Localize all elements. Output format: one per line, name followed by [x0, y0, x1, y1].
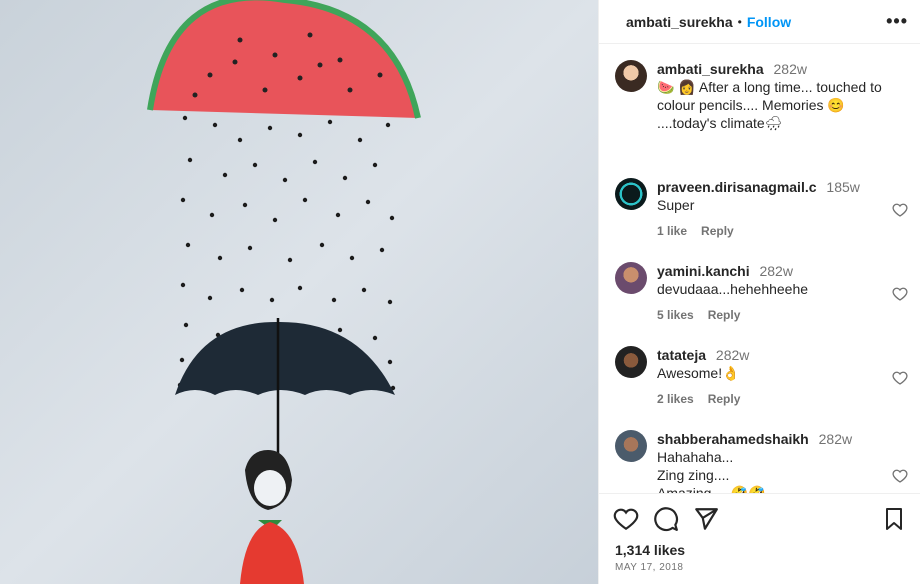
post-viewer: ambati_surekha • Follow ••• ambati_surek… [0, 0, 920, 584]
caption-username[interactable]: ambati_surekha [657, 61, 764, 77]
author-username[interactable]: ambati_surekha [626, 14, 733, 30]
heart-icon[interactable] [892, 286, 908, 302]
caption-time: 282w [773, 61, 807, 77]
comment-username[interactable]: tatateja [657, 347, 706, 363]
bookmark-icon[interactable] [882, 506, 906, 532]
reply-button[interactable]: Reply [708, 308, 741, 322]
comment-icon[interactable] [653, 506, 679, 532]
reply-button[interactable]: Reply [708, 392, 741, 406]
comment-text: devudaaa...hehehheehe [657, 281, 809, 297]
comment-item: praveen.dirisanagmail.c 185w Super 1 lik… [615, 178, 908, 240]
comment-text-line: Hahahaha... [657, 449, 734, 465]
avatar[interactable] [615, 346, 647, 378]
comment-text: Awesome!👌 [657, 365, 740, 381]
comments-section[interactable]: ambati_surekha 282w 🍉 👩 After a long tim… [599, 44, 920, 494]
more-options-icon[interactable]: ••• [886, 11, 908, 32]
avatar[interactable] [615, 430, 647, 462]
comment-username[interactable]: yamini.kanchi [657, 263, 750, 279]
post-side-panel: ambati_surekha • Follow ••• ambati_surek… [598, 0, 920, 584]
comment-time: 282w [715, 347, 750, 363]
comment-time: 185w [826, 179, 860, 195]
post-image[interactable] [0, 0, 598, 584]
comment-likes[interactable]: 1 like [657, 224, 687, 238]
caption: ambati_surekha 282w 🍉 👩 After a long tim… [599, 44, 920, 132]
likes-count[interactable]: 1,314 likes [615, 542, 685, 558]
heart-icon[interactable] [892, 468, 908, 484]
heart-icon[interactable] [892, 370, 908, 386]
comment-item: shabberahamedshaikh 282w Hahahaha... Zin… [615, 430, 908, 494]
heart-icon[interactable] [892, 202, 908, 218]
comment-item: yamini.kanchi 282w devudaaa...hehehheehe… [615, 262, 908, 324]
comment-item: tatateja 282w Awesome!👌 2 likes Reply [615, 346, 908, 408]
comment-time: 282w [759, 263, 793, 279]
avatar[interactable] [615, 60, 647, 92]
comment-time: 282w [818, 431, 853, 447]
comment-text-line: Zing zing.... [657, 467, 730, 483]
comment-username[interactable]: shabberahamedshaikh [657, 431, 809, 447]
separator-dot: • [737, 14, 742, 29]
post-header: ambati_surekha • Follow ••• [599, 0, 920, 44]
drawing-illustration [0, 0, 598, 584]
avatar[interactable] [615, 262, 647, 294]
post-actions: 1,314 likes MAY 17, 2018 [599, 493, 920, 584]
like-heart-icon[interactable] [613, 506, 639, 532]
comment-username[interactable]: praveen.dirisanagmail.c [657, 179, 817, 195]
reply-button[interactable]: Reply [701, 224, 734, 238]
avatar[interactable] [615, 178, 647, 210]
follow-button[interactable]: Follow [747, 14, 791, 30]
comment-likes[interactable]: 5 likes [657, 308, 694, 322]
post-date: MAY 17, 2018 [615, 562, 684, 573]
caption-text: 🍉 👩 After a long time... touched to colo… [657, 79, 882, 131]
comment-text: Super [657, 197, 695, 213]
comment-likes[interactable]: 2 likes [657, 392, 694, 406]
share-icon[interactable] [693, 506, 719, 532]
